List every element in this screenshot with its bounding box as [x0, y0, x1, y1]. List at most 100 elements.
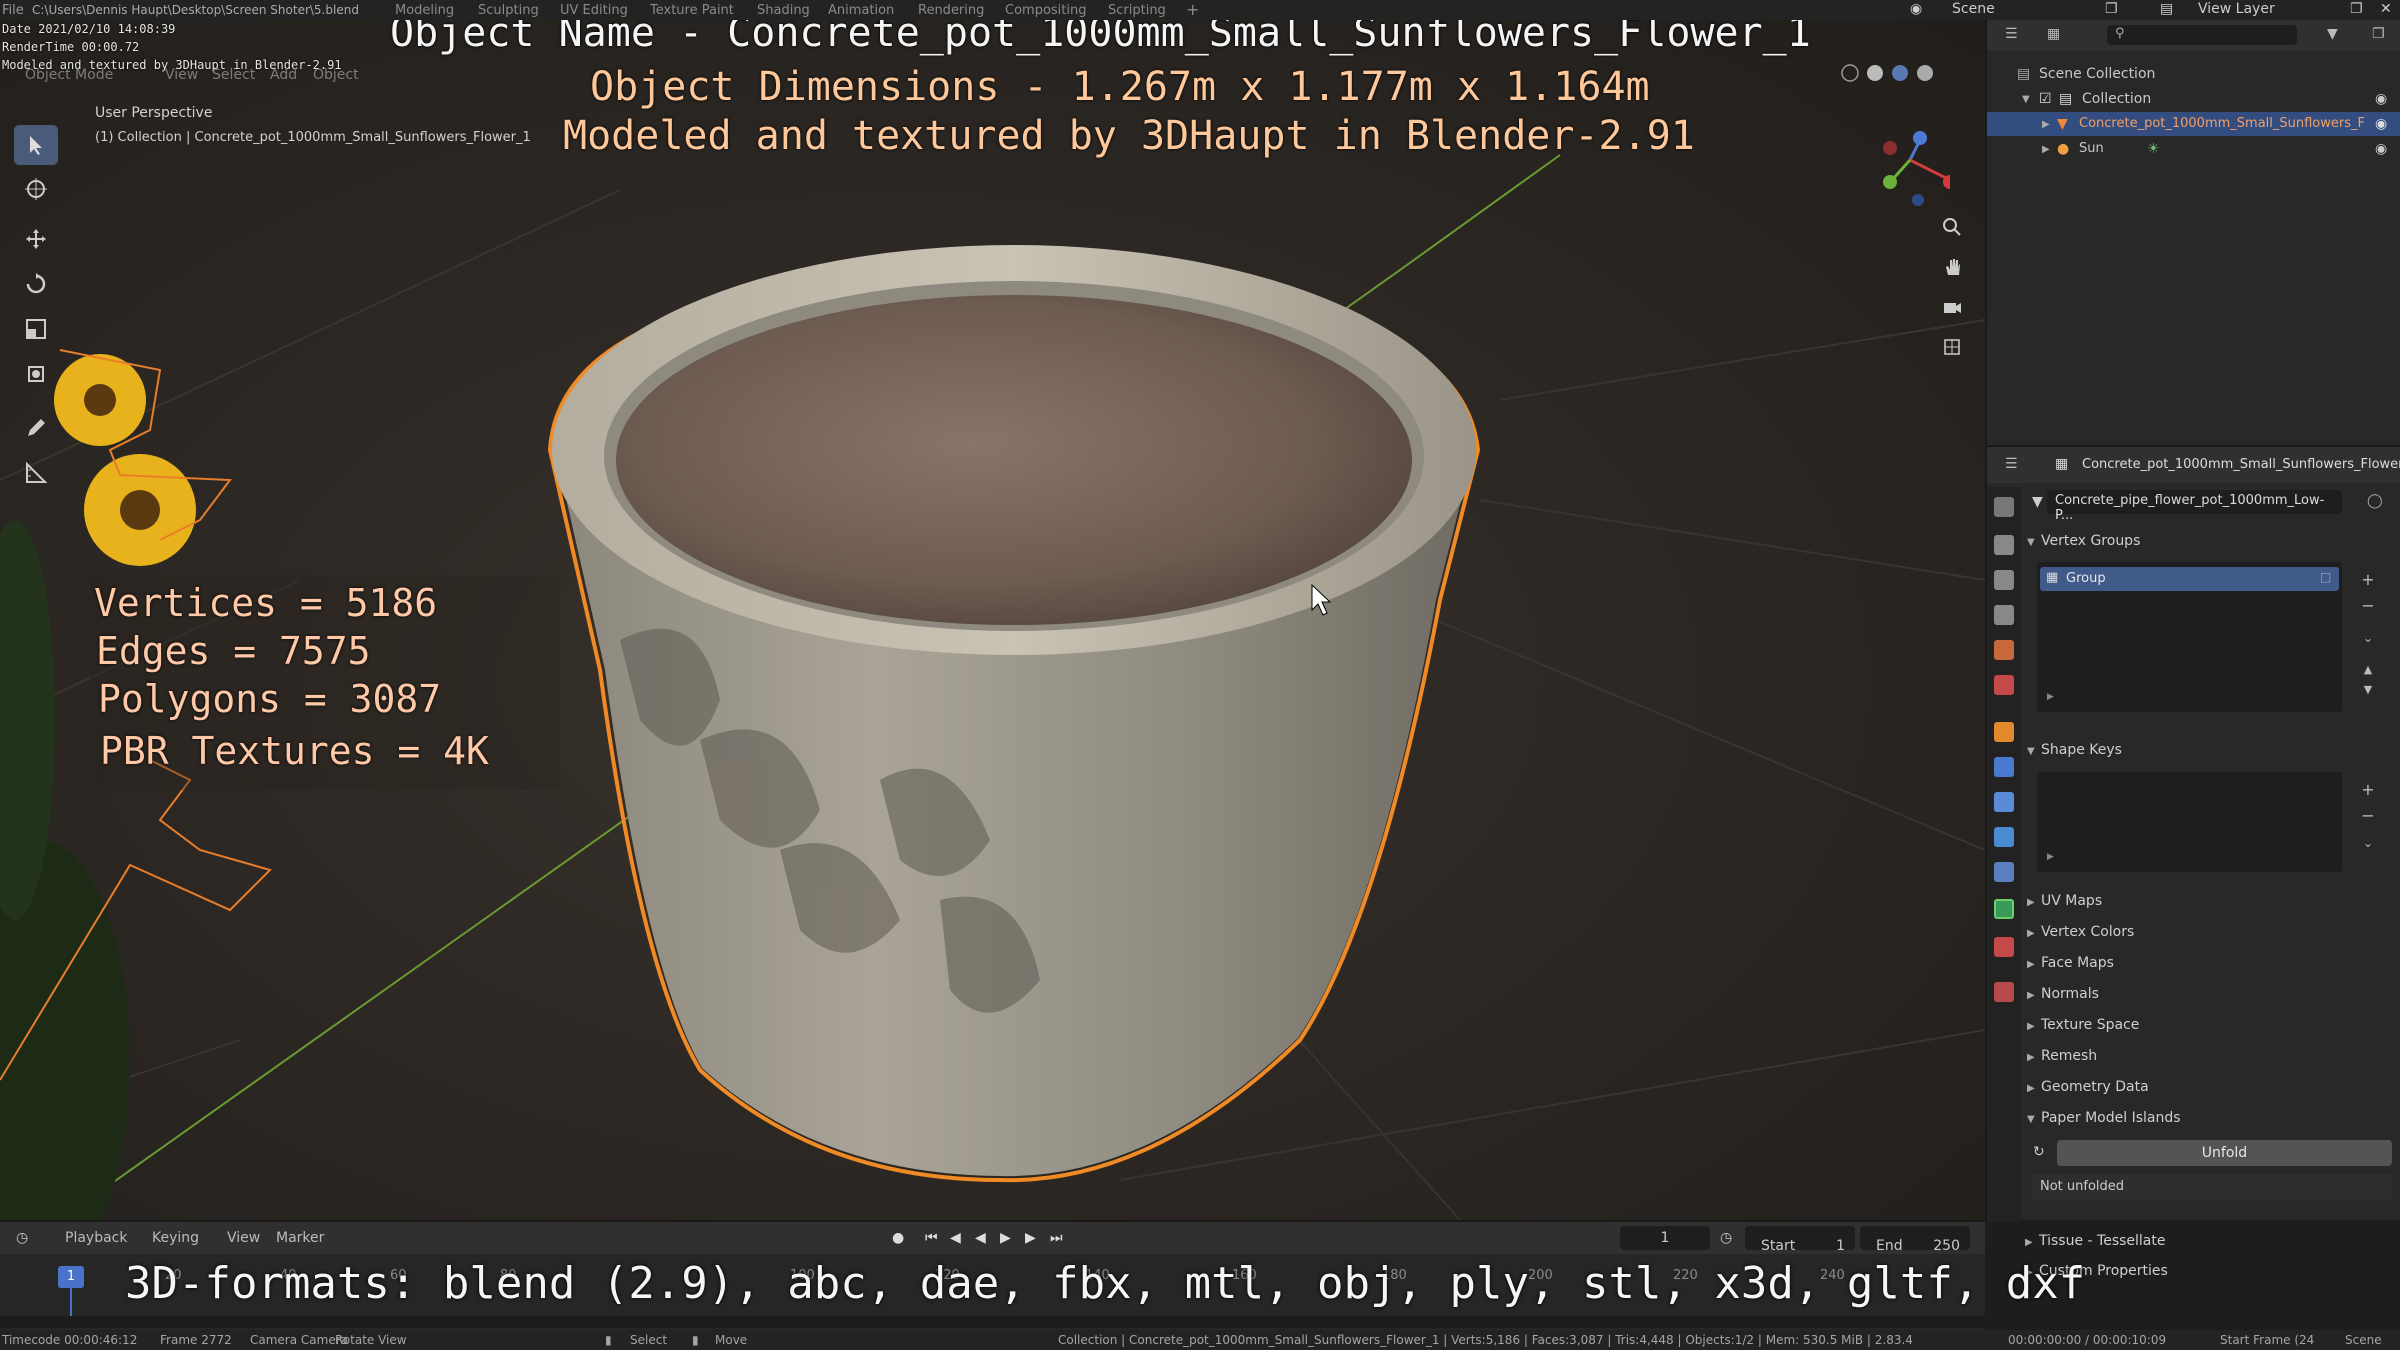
new-collection-icon[interactable]: ❐ — [2372, 26, 2385, 42]
checkbox-icon[interactable]: ☑ — [2039, 91, 2052, 107]
panel-paper-model-islands[interactable]: ▼ Paper Model Islands — [2027, 1110, 2181, 1126]
rotate-tool[interactable] — [14, 264, 58, 304]
tab-particles-icon[interactable] — [1994, 792, 2014, 812]
navigation-gizmo[interactable] — [1870, 110, 1950, 210]
outliner-row-sun[interactable]: ▶ ● Sun ☀ ◉ — [1987, 137, 2400, 161]
visibility-eye-icon[interactable]: ◉ — [2375, 116, 2387, 132]
add-shape-key-button[interactable]: + — [2357, 779, 2379, 801]
shape-key-specials-button[interactable]: ⌄ — [2357, 832, 2379, 854]
expand-arrow-icon[interactable]: ▶ — [2042, 144, 2050, 155]
menu-playback[interactable]: Playback — [65, 1230, 127, 1246]
tab-mesh-data-icon[interactable] — [1994, 899, 2014, 919]
tab-constraints-icon[interactable] — [1994, 862, 2014, 882]
tab-view-layer-icon[interactable] — [1994, 605, 2014, 625]
tab-modifiers-icon[interactable] — [1994, 757, 2014, 777]
fake-user-shield-icon[interactable]: ◯ — [2367, 493, 2383, 509]
menu-select[interactable]: Select — [212, 67, 255, 83]
current-frame-field[interactable]: 1 — [1620, 1226, 1710, 1250]
mesh-name-field[interactable]: Concrete_pipe_flower_pot_1000mm_Low-P... — [2047, 490, 2342, 523]
menu-add[interactable]: Add — [270, 67, 297, 83]
tab-rendering[interactable]: Rendering — [918, 3, 984, 18]
tab-world-icon[interactable] — [1994, 675, 2014, 695]
end-frame-field[interactable]: End 250 — [1860, 1226, 1970, 1254]
cursor-tool[interactable] — [14, 169, 58, 209]
vertex-group-list[interactable]: ▦ Group □ ▶ — [2037, 562, 2342, 712]
tab-physics-icon[interactable] — [1994, 827, 2014, 847]
measure-tool[interactable] — [14, 453, 58, 493]
tab-scene-icon[interactable] — [1994, 640, 2014, 660]
tab-material-icon[interactable] — [1994, 937, 2014, 957]
add-vertex-group-button[interactable]: + — [2357, 569, 2379, 591]
start-frame-field[interactable]: Start 1 — [1745, 1226, 1855, 1254]
panel-tissue-tessellate[interactable]: ▶ Tissue - Tessellate — [2025, 1233, 2166, 1249]
menu-keying[interactable]: Keying — [152, 1230, 199, 1246]
shape-key-list[interactable]: ▶ — [2037, 772, 2342, 872]
view-layer-selector[interactable]: View Layer — [2198, 1, 2275, 17]
tab-texture-icon[interactable] — [1994, 982, 2014, 1002]
play-reverse-icon[interactable]: ◀ — [975, 1230, 986, 1246]
panel-geometry-data[interactable]: ▶ Geometry Data — [2027, 1079, 2149, 1095]
vertex-group-row[interactable]: ▦ Group □ — [2040, 567, 2339, 591]
close-icon[interactable]: ✕ — [2380, 1, 2392, 17]
menu-object[interactable]: Object — [313, 67, 359, 83]
menu-marker[interactable]: Marker — [276, 1230, 324, 1246]
tab-tool-icon[interactable] — [1994, 497, 2014, 517]
unfold-button[interactable]: Unfold — [2057, 1140, 2392, 1166]
vertex-group-specials-button[interactable]: ⌄ — [2357, 627, 2379, 649]
editor-type-icon[interactable]: ☰ — [2005, 456, 2018, 472]
menu-file[interactable]: File — [2, 3, 24, 18]
tab-sculpting[interactable]: Sculpting — [478, 3, 539, 18]
camera-view-icon[interactable] — [1937, 292, 1967, 322]
zoom-icon[interactable] — [1937, 212, 1967, 242]
tab-animation[interactable]: Animation — [828, 3, 894, 18]
panel-remesh[interactable]: ▶ Remesh — [2027, 1048, 2097, 1064]
expand-list-icon[interactable]: ▶ — [2047, 852, 2054, 862]
playhead[interactable]: 1 — [58, 1266, 84, 1288]
panel-face-maps[interactable]: ▶ Face Maps — [2027, 955, 2114, 971]
timeline-scrollbar[interactable] — [0, 1316, 1985, 1328]
jump-start-icon[interactable]: ⏮ — [925, 1230, 938, 1246]
grid-view-icon[interactable] — [1937, 332, 1967, 362]
scene-selector[interactable]: Scene — [1952, 1, 1995, 17]
expand-list-icon[interactable]: ▶ — [2047, 692, 2054, 702]
panel-vertex-groups[interactable]: ▼ Vertex Groups — [2027, 533, 2140, 549]
prev-keyframe-icon[interactable]: ◀ — [950, 1230, 961, 1246]
tab-render-icon[interactable] — [1994, 535, 2014, 555]
panel-normals[interactable]: ▶ Normals — [2027, 986, 2099, 1002]
tab-object-icon[interactable] — [1994, 722, 2014, 742]
move-down-button[interactable]: ▼ — [2357, 679, 2379, 701]
3d-viewport[interactable]: Date 2021/02/10 14:08:39 RenderTime 00:0… — [0, 20, 1985, 1220]
visibility-eye-icon[interactable]: ◉ — [2375, 141, 2387, 157]
visibility-eye-icon[interactable]: ◉ — [2375, 91, 2387, 107]
display-mode-icon[interactable]: ▦ — [2047, 26, 2060, 42]
lock-icon[interactable]: □ — [2320, 570, 2331, 584]
filter-icon[interactable]: ▼ — [2327, 26, 2338, 42]
tab-compositing[interactable]: Compositing — [1005, 3, 1087, 18]
scale-tool[interactable] — [14, 309, 58, 349]
pin-object-icon[interactable]: ▦ — [2055, 456, 2068, 472]
pan-hand-icon[interactable] — [1937, 252, 1967, 282]
panel-texture-space[interactable]: ▶ Texture Space — [2027, 1017, 2139, 1033]
remove-vertex-group-button[interactable]: − — [2357, 595, 2379, 617]
jump-end-icon[interactable]: ⏭ — [1050, 1230, 1063, 1246]
menu-view[interactable]: View — [165, 67, 198, 83]
clock-icon[interactable]: ◷ — [16, 1230, 28, 1246]
view-layer-icon[interactable]: ▤ — [2160, 1, 2173, 17]
tab-modeling[interactable]: Modeling — [395, 3, 454, 18]
play-icon[interactable]: ▶ — [1000, 1230, 1011, 1246]
auto-keying-icon[interactable]: ● — [892, 1230, 904, 1246]
tab-uv-editing[interactable]: UV Editing — [560, 3, 628, 18]
next-keyframe-icon[interactable]: ▶ — [1025, 1230, 1036, 1246]
outliner-row-scene-collection[interactable]: ▤ Scene Collection — [1987, 62, 2400, 86]
expand-arrow-icon[interactable]: ▼ — [2022, 94, 2030, 105]
panel-vertex-colors[interactable]: ▶ Vertex Colors — [2027, 924, 2134, 940]
object-mode-dropdown[interactable]: Object Mode — [25, 67, 113, 83]
editor-type-icon[interactable]: ☰ — [2005, 26, 2018, 42]
tab-shading[interactable]: Shading — [757, 3, 810, 18]
remove-shape-key-button[interactable]: − — [2357, 805, 2379, 827]
outliner-row-collection[interactable]: ▼ ☑ ▤ Collection ◉ — [1987, 87, 2400, 111]
outliner-search-input[interactable]: ⚲ — [2107, 25, 2297, 45]
annotate-tool[interactable] — [14, 408, 58, 448]
scene-icon[interactable]: ◉ — [1910, 1, 1922, 17]
panel-shape-keys[interactable]: ▼ Shape Keys — [2027, 742, 2122, 758]
